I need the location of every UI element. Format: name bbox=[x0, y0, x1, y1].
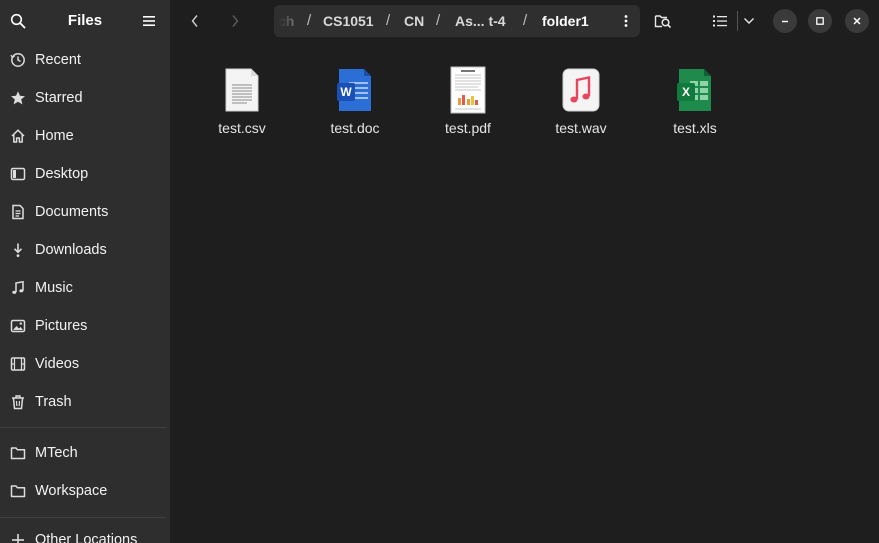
trash-icon bbox=[9, 393, 27, 411]
sidebar-item-label: Music bbox=[35, 280, 73, 296]
breadcrumb-separator: / bbox=[436, 12, 441, 29]
vertical-ellipsis-icon bbox=[624, 15, 628, 27]
breadcrumb-item[interactable]: CN bbox=[404, 13, 424, 29]
chevron-down-icon bbox=[744, 18, 754, 24]
sidebar-divider bbox=[0, 427, 166, 428]
view-list-button[interactable] bbox=[707, 8, 733, 34]
hamburger-menu-icon bbox=[143, 16, 155, 26]
path-bar: ch / CS1051 / CN / As... t-4 / folder1 bbox=[274, 5, 640, 37]
breadcrumb-current[interactable]: folder1 bbox=[542, 13, 589, 29]
folder-icon bbox=[9, 444, 27, 462]
sidebar-item-recent[interactable]: Recent bbox=[0, 42, 170, 78]
sidebar-item-starred[interactable]: Starred bbox=[0, 80, 170, 116]
file-item[interactable]: X test.xls bbox=[650, 66, 740, 146]
close-button[interactable] bbox=[845, 9, 869, 33]
file-item[interactable]: test.wav bbox=[536, 66, 626, 146]
sidebar-item-pictures[interactable]: Pictures bbox=[0, 308, 170, 344]
breadcrumb-separator: / bbox=[307, 12, 312, 29]
music-icon bbox=[9, 279, 27, 297]
file-name: test.csv bbox=[218, 120, 266, 136]
chevron-right-icon bbox=[232, 15, 239, 27]
sidebar-item-home[interactable]: Home bbox=[0, 118, 170, 154]
star-icon bbox=[9, 89, 27, 107]
document-icon bbox=[9, 203, 27, 221]
sidebar-item-label: Workspace bbox=[35, 483, 108, 499]
word-document-icon: W bbox=[335, 66, 375, 114]
sidebar-item-downloads[interactable]: Downloads bbox=[0, 232, 170, 268]
sidebar-header: Files bbox=[0, 0, 170, 42]
sidebar-item-trash[interactable]: Trash bbox=[0, 384, 170, 420]
file-name: test.pdf bbox=[445, 120, 491, 136]
maximize-button[interactable] bbox=[808, 9, 832, 33]
file-name: test.doc bbox=[330, 120, 380, 136]
close-icon bbox=[853, 17, 861, 25]
sidebar-item-label: Downloads bbox=[35, 242, 107, 258]
sidebar-item-label: Documents bbox=[35, 204, 109, 220]
svg-text:X: X bbox=[682, 85, 690, 99]
sidebar-item-videos[interactable]: Videos bbox=[0, 346, 170, 382]
breadcrumb-separator: / bbox=[386, 12, 391, 29]
sidebar-item-desktop[interactable]: Desktop bbox=[0, 156, 170, 192]
audio-file-icon bbox=[561, 66, 601, 114]
svg-text:W: W bbox=[340, 85, 352, 99]
pathbar-fade bbox=[274, 5, 304, 37]
sidebar: Files Recent Starred Home Desktop Docume… bbox=[0, 0, 170, 543]
sidebar-item-music[interactable]: Music bbox=[0, 270, 170, 306]
sidebar-item-label: Other Locations bbox=[35, 532, 138, 543]
forward-button[interactable] bbox=[222, 8, 248, 34]
minimize-icon bbox=[782, 20, 788, 23]
folder-icon bbox=[9, 482, 27, 500]
sidebar-item-label: Pictures bbox=[35, 318, 88, 334]
chevron-left-icon bbox=[191, 15, 198, 27]
sidebar-item-label: Recent bbox=[35, 52, 81, 68]
clock-icon bbox=[9, 51, 27, 69]
home-icon bbox=[9, 127, 27, 145]
minimize-button[interactable] bbox=[773, 9, 797, 33]
sidebar-item-label: Trash bbox=[35, 394, 72, 410]
sidebar-item-label: Starred bbox=[35, 90, 83, 106]
file-item[interactable]: test.csv bbox=[197, 66, 287, 146]
back-button[interactable] bbox=[182, 8, 208, 34]
sidebar-item-label: Videos bbox=[35, 356, 80, 372]
sidebar-item-other-locations[interactable]: Other Locations bbox=[0, 522, 170, 543]
file-item[interactable]: W test.doc bbox=[310, 66, 400, 146]
plus-icon bbox=[9, 531, 27, 543]
breadcrumb-item[interactable]: As... t-4 bbox=[455, 13, 506, 29]
sidebar-item-documents[interactable]: Documents bbox=[0, 194, 170, 230]
sidebar-item-label: MTech bbox=[35, 445, 78, 461]
search-folder-icon bbox=[654, 15, 672, 29]
sidebar-item-workspace[interactable]: Workspace bbox=[0, 473, 170, 509]
excel-spreadsheet-icon: X bbox=[675, 66, 715, 114]
view-options-button[interactable] bbox=[736, 8, 762, 34]
download-icon bbox=[9, 241, 27, 259]
folder-menu-button[interactable] bbox=[615, 9, 637, 33]
search-files-button[interactable] bbox=[650, 8, 676, 34]
file-name: test.xls bbox=[673, 120, 717, 136]
video-icon bbox=[9, 355, 27, 373]
pdf-document-icon bbox=[448, 66, 488, 114]
sidebar-item-mtech[interactable]: MTech bbox=[0, 435, 170, 471]
file-name: test.wav bbox=[555, 120, 607, 136]
sidebar-divider bbox=[0, 517, 166, 518]
desktop-icon bbox=[9, 165, 27, 183]
text-file-icon bbox=[222, 66, 262, 114]
maximize-icon bbox=[816, 17, 824, 25]
breadcrumb-item[interactable]: CS1051 bbox=[323, 13, 374, 29]
file-item[interactable]: test.pdf bbox=[423, 66, 513, 146]
sidebar-item-label: Home bbox=[35, 128, 74, 144]
main-menu-button[interactable] bbox=[137, 9, 161, 33]
sidebar-item-label: Desktop bbox=[35, 166, 89, 182]
main-area: ch / CS1051 / CN / As... t-4 / folder1 t… bbox=[170, 0, 879, 543]
list-view-icon bbox=[713, 15, 727, 27]
breadcrumb-separator: / bbox=[523, 12, 528, 29]
picture-icon bbox=[9, 317, 27, 335]
